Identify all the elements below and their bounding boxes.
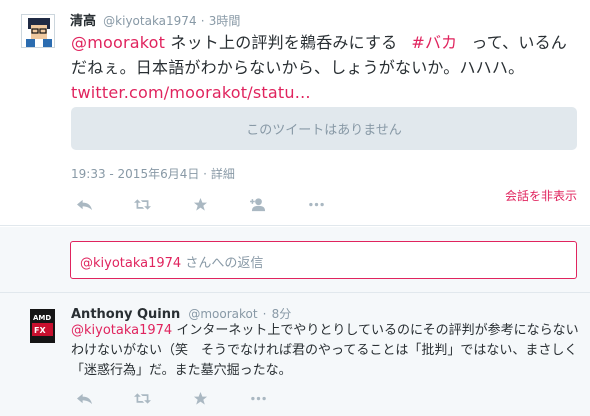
tweet-actions xyxy=(74,390,306,406)
separator: · xyxy=(199,167,211,181)
details-link[interactable]: 詳細 xyxy=(211,167,235,181)
tweet-time[interactable]: 8分 xyxy=(272,307,292,321)
tweet-text: @kiyotaka1974 インターネット上でやりとりしているのにその評判が参考… xyxy=(71,321,581,381)
tweet-header: Anthony Quinn @moorakot · 8分 xyxy=(71,303,291,322)
reply-mention: @kiyotaka1974 xyxy=(80,256,182,271)
follow-icon[interactable] xyxy=(248,196,268,212)
url-link[interactable]: twitter.com/moorakot/statu… xyxy=(71,83,311,102)
username[interactable]: @kiyotaka1974 xyxy=(103,14,196,28)
tweet-meta: 19:33 - 2015年6月4日 · 詳細 xyxy=(71,165,235,182)
retweet-icon[interactable] xyxy=(132,390,152,406)
timestamp: 19:33 - 2015年6月4日 xyxy=(71,167,200,181)
mention-link[interactable]: @kiyotaka1974 xyxy=(71,323,172,338)
avatar[interactable] xyxy=(21,14,55,48)
unavailable-tweet-card: このツイートはありません xyxy=(71,107,577,150)
tweet-text: @moorakot ネット上の評判を鵜呑みにする #バカ って、いるんだねぇ。日本語… xyxy=(71,30,583,105)
tweet-actions xyxy=(74,196,364,212)
svg-text:FX: FX xyxy=(34,326,46,335)
separator: · xyxy=(262,307,267,321)
main-tweet: 清高 @kiyotaka1974 · 3時間 @moorakot ネット上の評判… xyxy=(0,0,590,226)
favorite-icon[interactable] xyxy=(190,196,210,212)
fullname[interactable]: Anthony Quinn xyxy=(71,307,180,322)
hide-conversation-link[interactable]: 会話を非表示 xyxy=(505,187,577,204)
more-icon[interactable] xyxy=(306,196,326,212)
username[interactable]: @moorakot xyxy=(188,307,257,321)
reply-input[interactable]: @kiyotaka1974 さんへの返信 xyxy=(70,241,577,279)
reply-icon[interactable] xyxy=(74,390,94,406)
reply-placeholder: さんへの返信 xyxy=(181,256,264,271)
svg-text:AMD: AMD xyxy=(33,314,51,322)
reply-tweet: AMD FX Anthony Quinn @moorakot · 8分 @kiy… xyxy=(0,293,590,416)
tweet-text-part: ネット上の評判を鵜呑みにする xyxy=(165,33,398,52)
retweet-icon[interactable] xyxy=(132,196,152,212)
reply-area: @kiyotaka1974 さんへの返信 xyxy=(0,227,590,293)
more-icon[interactable] xyxy=(248,390,268,406)
hashtag-link[interactable]: #バカ xyxy=(411,33,457,52)
tweet-time[interactable]: 3時間 xyxy=(209,14,241,28)
reply-icon[interactable] xyxy=(74,196,94,212)
favorite-icon[interactable] xyxy=(190,390,210,406)
tweet-header: 清高 @kiyotaka1974 · 3時間 xyxy=(70,10,240,29)
mention-link[interactable]: @moorakot xyxy=(71,33,165,52)
avatar[interactable]: AMD FX xyxy=(30,309,55,343)
separator: · xyxy=(200,14,205,28)
fullname[interactable]: 清高 xyxy=(70,14,96,29)
